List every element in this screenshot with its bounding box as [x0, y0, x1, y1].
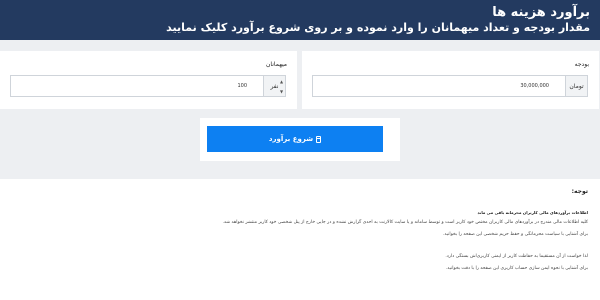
note-line: کلیه اطلاعات مالی مندرج در برآوردهای مال…: [222, 220, 589, 225]
budget-input-group: تومان: [312, 75, 588, 97]
note-heading: اطلاعات برآوردهای مالی کاربران محرمانه ب…: [477, 210, 589, 215]
note-card: توجه: اطلاعات برآوردهای مالی کاربران محر…: [0, 179, 600, 300]
page-title: برآورد هزینه ها: [492, 5, 590, 20]
note-line: برای آشنایی با نحوه ایمن سازی حساب کاربر…: [445, 266, 588, 271]
note-line: برای آشنایی با سیاست محرمانگی و حفظ حریم…: [442, 232, 588, 237]
guests-label: میهمانان: [266, 61, 287, 68]
budget-unit-addon: تومان: [565, 76, 587, 96]
guests-input-group: نفر ▲ ▼: [10, 75, 286, 97]
stepper-down-icon[interactable]: ▼: [277, 86, 286, 96]
budget-card: بودجه تومان: [302, 51, 599, 109]
stepper-up-icon[interactable]: ▲: [277, 76, 286, 86]
start-estimate-button[interactable]: شروع برآورد: [207, 126, 383, 152]
start-card: شروع برآورد: [200, 118, 400, 161]
guests-card: میهمانان نفر ▲ ▼: [0, 51, 297, 109]
budget-input[interactable]: [313, 76, 565, 96]
note-title: توجه:: [571, 188, 588, 195]
guests-stepper[interactable]: ▲ ▼: [277, 76, 286, 96]
note-line: لذا خواست از آن مستقیما به حفاظت کاربر ا…: [445, 254, 588, 259]
start-estimate-label: شروع برآورد: [268, 135, 314, 143]
budget-label: بودجه: [574, 61, 589, 68]
guests-input[interactable]: [11, 76, 263, 96]
page-header: برآورد هزینه ها مقدار بودجه و تعداد میهم…: [0, 0, 600, 40]
calculator-icon: [316, 135, 322, 143]
page-subtitle: مقدار بودجه و تعداد میهمانان را وارد نمو…: [166, 21, 590, 34]
